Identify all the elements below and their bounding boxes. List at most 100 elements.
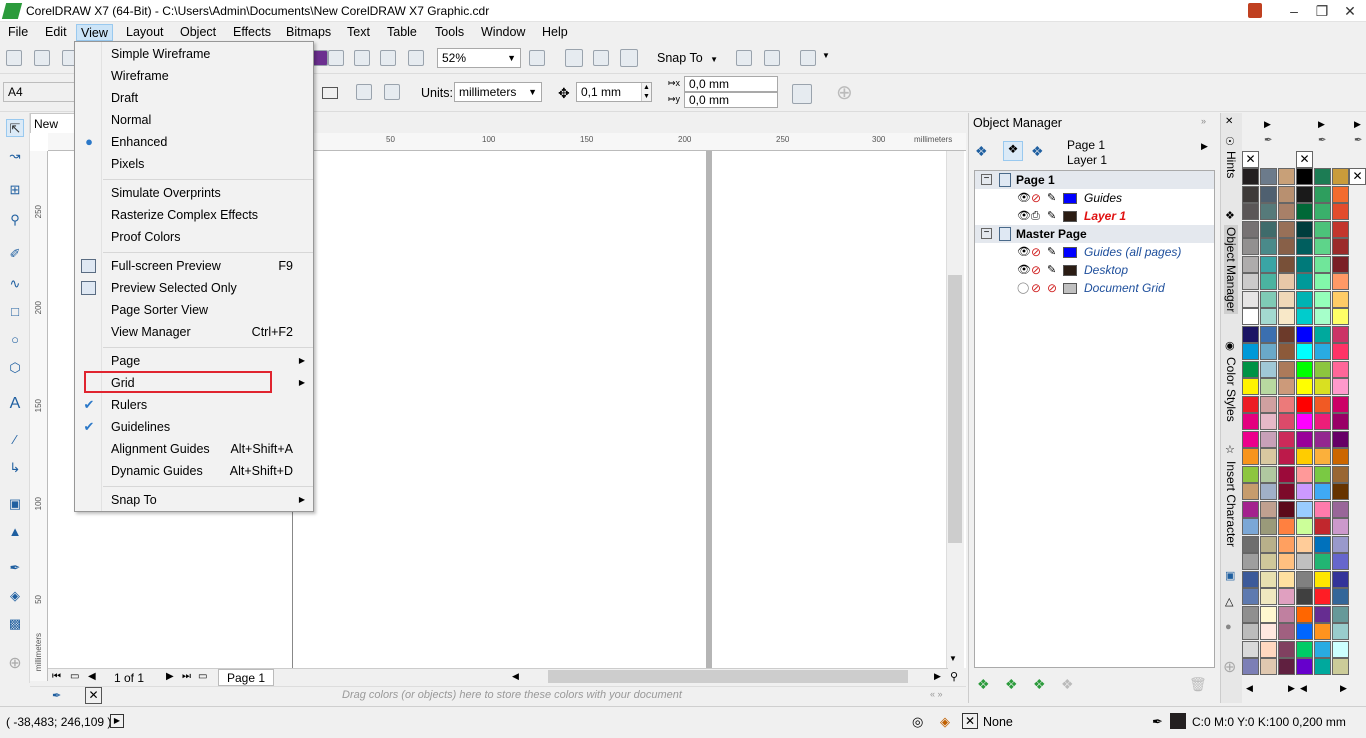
color-swatch[interactable] <box>1242 220 1259 238</box>
last-page-button[interactable]: ⏭ <box>182 671 191 682</box>
color-swatch[interactable] <box>1332 308 1349 325</box>
layer-manager-view-icon[interactable]: ❖ <box>1031 143 1049 161</box>
color-swatch[interactable] <box>1242 500 1259 518</box>
drop-shadow-icon[interactable]: ▣ <box>6 495 24 513</box>
color-swatch[interactable] <box>1314 553 1331 570</box>
show-rulers-icon[interactable] <box>565 49 583 67</box>
landscape-icon[interactable] <box>322 87 338 99</box>
color-swatch[interactable] <box>1260 588 1277 605</box>
eyedropper-icon[interactable]: ✒ <box>52 689 61 702</box>
color-swatch[interactable] <box>1314 343 1331 360</box>
menu-file[interactable]: File <box>4 24 32 41</box>
menu-bitmaps[interactable]: Bitmaps <box>282 24 335 41</box>
color-proof-icon[interactable]: ◎ <box>912 714 923 730</box>
color-swatch[interactable] <box>1260 553 1277 570</box>
tree-row-layer[interactable]: ◯ ⊘ ⊘ Document Grid <box>975 279 1214 297</box>
color-swatch[interactable] <box>1296 658 1313 675</box>
publish-pdf-icon[interactable] <box>408 50 424 66</box>
tab-object-manager[interactable]: Object Manager <box>1224 225 1238 315</box>
menu-item-snap-to[interactable]: Snap To <box>111 490 157 510</box>
horizontal-scroll-thumb[interactable] <box>548 670 908 683</box>
color-swatch[interactable] <box>1314 185 1331 203</box>
smart-fill-icon[interactable]: ▩ <box>6 615 24 633</box>
menu-window[interactable]: Window <box>477 24 529 41</box>
menu-tools[interactable]: Tools <box>431 24 468 41</box>
eyedropper-icon[interactable]: ✒ <box>6 559 24 577</box>
palette-menu-arrow[interactable]: ▶ <box>1354 119 1361 130</box>
color-swatch[interactable] <box>1332 430 1349 448</box>
color-swatch[interactable] <box>1296 588 1313 605</box>
color-swatch[interactable] <box>1242 430 1259 448</box>
color-swatch[interactable] <box>1242 588 1259 605</box>
color-swatch[interactable] <box>1260 448 1277 465</box>
color-swatch[interactable] <box>1278 535 1295 553</box>
color-swatch[interactable] <box>1278 430 1295 448</box>
chevron-down-icon[interactable]: ▼ <box>822 51 830 60</box>
open-icon[interactable] <box>34 50 50 66</box>
transparency-icon[interactable]: ▲ <box>6 523 24 541</box>
next-page-button[interactable]: ▶ <box>166 671 174 682</box>
play-icon[interactable]: ▶ <box>110 714 124 728</box>
menu-item-rasterize-complex-effects[interactable]: Rasterize Complex Effects <box>111 205 258 225</box>
scroll-down-arrow[interactable]: ▼ <box>949 654 957 663</box>
menu-item-wireframe[interactable]: Wireframe <box>111 66 169 86</box>
vertical-ruler[interactable]: 250 200 150 100 50 millimeters <box>30 151 48 681</box>
color-swatch[interactable] <box>1260 220 1277 238</box>
page-size-select[interactable]: A4 <box>3 82 75 102</box>
color-swatch[interactable] <box>1260 168 1277 185</box>
no-color-swatch[interactable]: ✕ <box>85 687 102 704</box>
menu-layout[interactable]: Layout <box>122 24 168 41</box>
color-swatch[interactable] <box>1242 640 1259 658</box>
color-swatch[interactable] <box>1332 570 1349 588</box>
rectangle-tool-icon[interactable]: □ <box>6 303 24 321</box>
tree-row-layer[interactable]: 👁 ⊘ ✎ Guides (all pages) <box>975 243 1214 261</box>
color-swatch[interactable] <box>1332 325 1349 343</box>
zoom-navigator-icon[interactable]: ⚲ <box>950 670 958 683</box>
tab-hints[interactable]: Hints <box>1224 151 1238 178</box>
print-disabled-icon[interactable]: ⊘ <box>1031 279 1041 297</box>
color-swatch[interactable] <box>1314 500 1331 518</box>
palette-scroll-left[interactable]: ◀ <box>1246 683 1253 694</box>
color-swatch[interactable] <box>1242 168 1259 185</box>
color-swatch[interactable] <box>1260 378 1277 395</box>
color-swatch[interactable] <box>1278 500 1295 518</box>
no-color-swatch[interactable]: ✕ <box>1349 168 1366 185</box>
color-swatch[interactable] <box>1296 203 1313 220</box>
edit-pencil-icon[interactable]: ✎ <box>1047 261 1056 279</box>
polygon-tool-icon[interactable]: ⬡ <box>6 359 24 377</box>
palette-scroll[interactable]: « » <box>930 689 943 699</box>
color-swatch[interactable] <box>1332 238 1349 255</box>
import-icon[interactable] <box>354 50 370 66</box>
color-swatch[interactable] <box>1278 185 1295 203</box>
print-disabled-icon[interactable]: ⊘ <box>1031 243 1041 261</box>
duplicate-y-field[interactable]: 0,0 mm <box>684 92 778 108</box>
color-swatch[interactable] <box>1314 483 1331 500</box>
color-swatch[interactable] <box>1296 220 1313 238</box>
edit-pencil-icon[interactable]: ✎ <box>1047 207 1056 225</box>
menu-view[interactable]: View <box>76 24 113 41</box>
color-swatch[interactable] <box>1314 535 1331 553</box>
crop-tool-icon[interactable]: ⊞ <box>6 181 24 199</box>
color-swatch[interactable] <box>1314 465 1331 483</box>
snap-to-dropdown[interactable]: Snap To ▼ <box>657 51 718 65</box>
color-swatch[interactable] <box>1296 430 1313 448</box>
color-swatch[interactable] <box>1332 413 1349 430</box>
new-document-icon[interactable] <box>6 50 22 66</box>
color-swatch[interactable] <box>1260 185 1277 203</box>
color-swatch[interactable] <box>1332 483 1349 500</box>
color-swatch[interactable] <box>1314 308 1331 325</box>
print-disabled-icon[interactable]: ⊘ <box>1031 261 1041 279</box>
menu-item-page[interactable]: Page <box>111 351 140 371</box>
color-swatch[interactable] <box>1278 308 1295 325</box>
color-swatch[interactable] <box>1332 290 1349 308</box>
color-swatch[interactable] <box>1278 588 1295 605</box>
color-swatch[interactable] <box>1242 658 1259 675</box>
tab-insert-character[interactable]: Insert Character <box>1224 461 1238 547</box>
menu-edit[interactable]: Edit <box>41 24 71 41</box>
color-swatch[interactable] <box>1242 203 1259 220</box>
color-swatch[interactable] <box>1242 255 1259 273</box>
color-swatch[interactable] <box>1278 343 1295 360</box>
new-layer-icon[interactable]: ❖ <box>977 676 990 693</box>
color-swatch[interactable] <box>1296 395 1313 413</box>
palette-menu-arrow[interactable]: ▶ <box>1318 119 1325 130</box>
